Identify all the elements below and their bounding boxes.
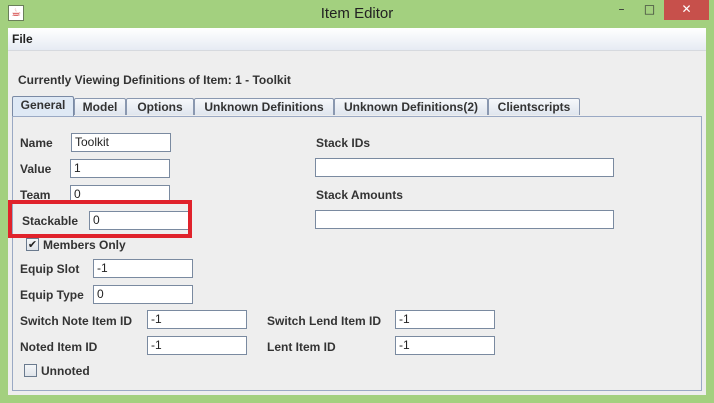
stack-ids-label: Stack IDs [316,136,371,150]
window-client-area: File Currently Viewing Definitions of It… [8,28,706,395]
switch-lend-item-id-field[interactable]: -1 [395,310,495,329]
item-editor-window: ☕ Item Editor – □ ✕ File Currently Viewi… [0,0,714,403]
tab-general[interactable]: General [12,96,74,116]
noted-item-id-field[interactable]: -1 [147,336,247,355]
stack-amounts-label: Stack Amounts [316,188,403,202]
members-only-label: Members Only [43,238,126,252]
value-label: Value [20,162,52,176]
tab-unknown-definitions-2[interactable]: Unknown Definitions(2) [334,98,488,115]
equip-type-label: Equip Type [20,288,84,302]
equip-slot-label: Equip Slot [20,262,80,276]
page-title: Currently Viewing Definitions of Item: 1… [18,73,291,87]
name-field[interactable]: Toolkit [71,133,171,152]
tab-unknown-definitions[interactable]: Unknown Definitions [194,98,334,115]
window-title: Item Editor [320,5,394,22]
stack-amounts-field[interactable] [315,210,614,229]
tab-options[interactable]: Options [126,98,194,115]
switch-lend-item-id-label: Switch Lend Item ID [267,314,382,328]
tab-clientscripts[interactable]: Clientscripts [488,98,580,115]
stack-ids-field[interactable] [315,158,614,177]
equip-slot-field[interactable]: -1 [93,259,193,278]
unnoted-label: Unnoted [41,364,90,378]
title-bar[interactable]: ☕ Item Editor – □ ✕ [0,0,714,28]
menu-file[interactable]: File [12,32,33,46]
members-only-checkbox[interactable]: ✔ [26,238,39,251]
value-field[interactable]: 1 [70,159,170,178]
tab-model[interactable]: Model [74,98,126,115]
maximize-button[interactable]: □ [636,0,663,20]
team-highlight-box [8,200,192,238]
equip-type-field[interactable]: 0 [93,285,193,304]
menu-bar: File [8,28,706,51]
name-label: Name [20,136,53,150]
lent-item-id-label: Lent Item ID [267,340,336,354]
switch-note-item-id-field[interactable]: -1 [147,310,247,329]
noted-item-id-label: Noted Item ID [20,340,98,354]
unnoted-checkbox[interactable] [24,364,37,377]
minimize-button[interactable]: – [608,0,635,20]
switch-note-item-id-label: Switch Note Item ID [20,314,133,328]
lent-item-id-field[interactable]: -1 [395,336,495,355]
general-tab-panel: Name Toolkit Value 1 Team 0 Stackable 0 … [12,116,702,391]
close-button[interactable]: ✕ [664,0,709,20]
